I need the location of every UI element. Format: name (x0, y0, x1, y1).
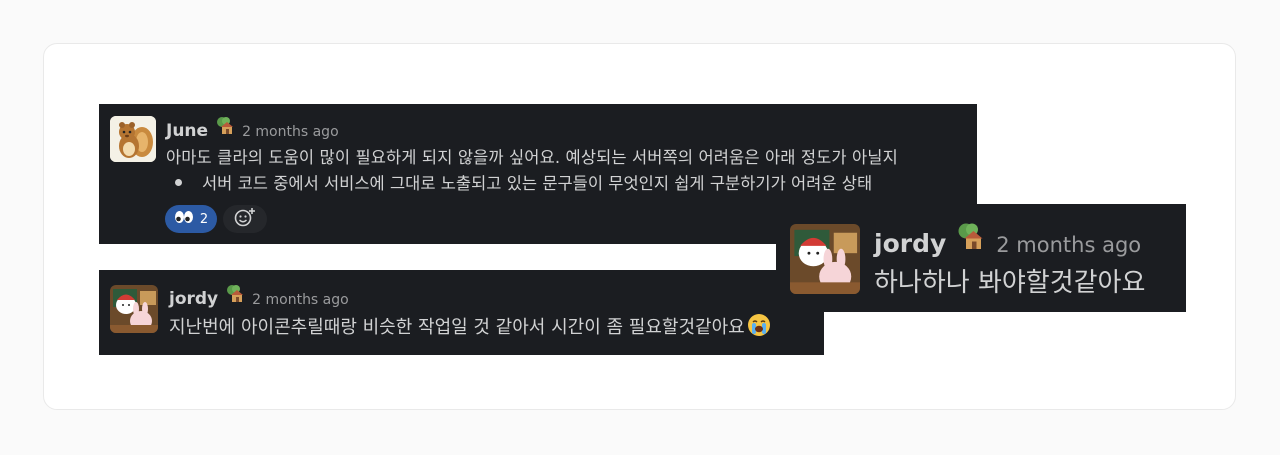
message-header: June 2 months ago (166, 116, 339, 141)
message-timestamp[interactable]: 2 months ago (242, 124, 339, 140)
tree-house-emoji-icon (224, 284, 244, 308)
tree-house-emoji-icon (954, 222, 984, 256)
message-text-content: 지난번에 아이콘추릴때랑 비슷한 작업일 것 같아서 시간이 좀 필요할것같아요 (169, 317, 745, 338)
crying-face-emoji-icon (747, 313, 771, 342)
reaction-eyes-button[interactable]: 2 (165, 205, 217, 233)
message-header: jordy 2 months ago (874, 222, 1141, 258)
message-timestamp[interactable]: 2 months ago (252, 292, 349, 308)
message-text: 하나하나 봐야할것같아요 (874, 268, 1146, 298)
eyes-emoji-icon (174, 210, 194, 228)
message-timestamp[interactable]: 2 months ago (996, 233, 1141, 257)
author-name[interactable]: jordy (169, 289, 218, 309)
message-jordy-2[interactable]: jordy 2 months ago 하나하나 봐야할것같아요 (776, 204, 1186, 312)
message-header: jordy 2 months ago (169, 284, 349, 309)
message-text: 지난번에 아이콘추릴때랑 비슷한 작업일 것 같아서 시간이 좀 필요할것같아요 (169, 313, 771, 342)
avatar-june[interactable] (110, 116, 156, 162)
tree-house-emoji-icon (214, 116, 234, 140)
reaction-count: 2 (199, 211, 209, 227)
bullet-text: 서버 코드 중에서 서비스에 그대로 노출되고 있는 문구들이 무엇인지 쉽게 … (202, 174, 873, 193)
avatar-jordy[interactable] (790, 224, 860, 294)
add-reaction-button[interactable] (223, 205, 267, 233)
author-name[interactable]: jordy (874, 229, 946, 258)
bullet-dot (175, 179, 182, 186)
avatar-jordy[interactable] (110, 285, 158, 333)
message-jordy-1[interactable]: jordy 2 months ago 지난번에 아이콘추릴때랑 비슷한 작업일 … (99, 270, 824, 355)
add-reaction-icon (234, 207, 256, 231)
author-name[interactable]: June (166, 121, 208, 141)
list-item: 서버 코드 중에서 서비스에 그대로 노출되고 있는 문구들이 무엇인지 쉽게 … (175, 170, 872, 194)
message-text: 아마도 클라의 도움이 많이 필요하게 되지 않을까 싶어요. 예상되는 서버쪽… (166, 148, 898, 167)
